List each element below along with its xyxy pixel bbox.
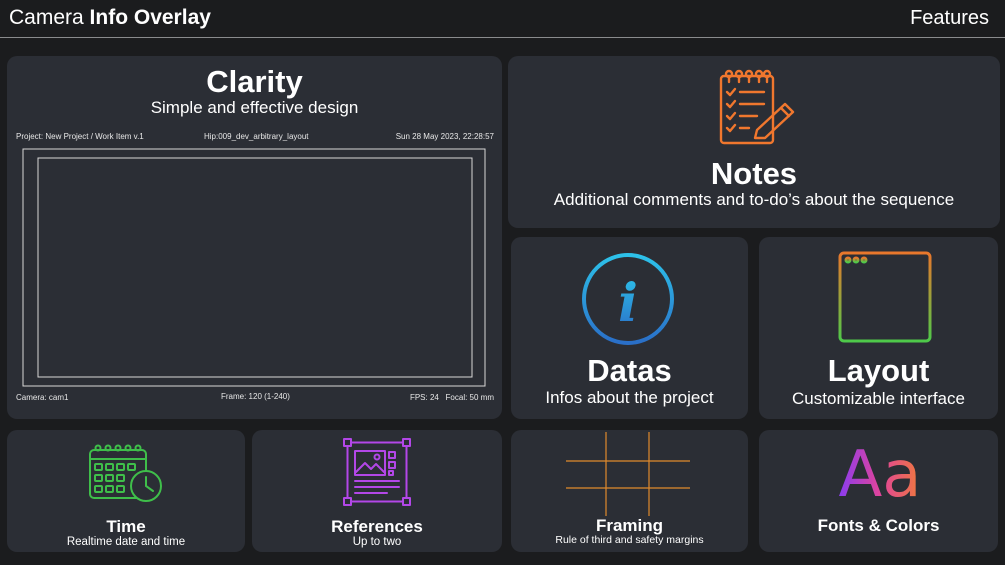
top-bar: Camera Info Overlay Features bbox=[0, 0, 1005, 38]
overlay-camera: Camera: cam1 bbox=[16, 393, 69, 402]
references-card: References Up to two bbox=[252, 430, 502, 552]
fonts-colors-title: Fonts & Colors bbox=[817, 516, 940, 535]
layout-icon bbox=[838, 251, 932, 343]
layout-title: Layout bbox=[827, 353, 930, 388]
framing-card: Framing Rule of third and safety margins bbox=[511, 430, 748, 552]
notes-card: Notes Additional comments and to-do’s ab… bbox=[508, 56, 1000, 228]
svg-text:Aa: Aa bbox=[839, 438, 922, 502]
notepad-icon bbox=[719, 69, 795, 145]
calendar-clock-icon bbox=[89, 444, 162, 502]
viewport-frame bbox=[22, 148, 486, 387]
rule-of-thirds-grid-icon bbox=[566, 432, 690, 516]
time-title: Time bbox=[106, 517, 146, 536]
notes-subtitle: Additional comments and to-do’s about th… bbox=[553, 190, 955, 209]
datas-title: Datas bbox=[587, 353, 672, 388]
overlay-fps-focal: FPS: 24 Focal: 50 mm bbox=[409, 393, 494, 402]
section-title: Features bbox=[910, 7, 989, 29]
overlay-frame: Frame: 120 (1-240) bbox=[221, 392, 290, 401]
layout-subtitle: Customizable interface bbox=[792, 389, 965, 408]
svg-text:i: i bbox=[618, 273, 638, 334]
references-subtitle: Up to two bbox=[352, 536, 402, 548]
fonts-colors-card: Aa Fonts & Colors bbox=[759, 430, 998, 552]
image-reference-icon bbox=[343, 438, 411, 506]
notes-title: Notes bbox=[710, 156, 798, 191]
datas-card: i Datas Infos about the project bbox=[511, 237, 748, 419]
layout-card: Layout Customizable interface bbox=[759, 237, 998, 419]
framing-title: Framing bbox=[595, 516, 664, 535]
app-title: Camera Info Overlay bbox=[9, 6, 211, 29]
references-title: References bbox=[331, 517, 423, 536]
clarity-card: Clarity Simple and effective design Proj… bbox=[7, 56, 502, 419]
framing-subtitle: Rule of third and safety margins bbox=[555, 534, 704, 546]
datas-subtitle: Infos about the project bbox=[545, 388, 714, 407]
time-subtitle: Realtime date and time bbox=[66, 536, 186, 548]
info-icon: i bbox=[582, 253, 674, 345]
time-card: Time Realtime date and time bbox=[7, 430, 245, 552]
font-sample-icon: Aa bbox=[839, 438, 922, 502]
